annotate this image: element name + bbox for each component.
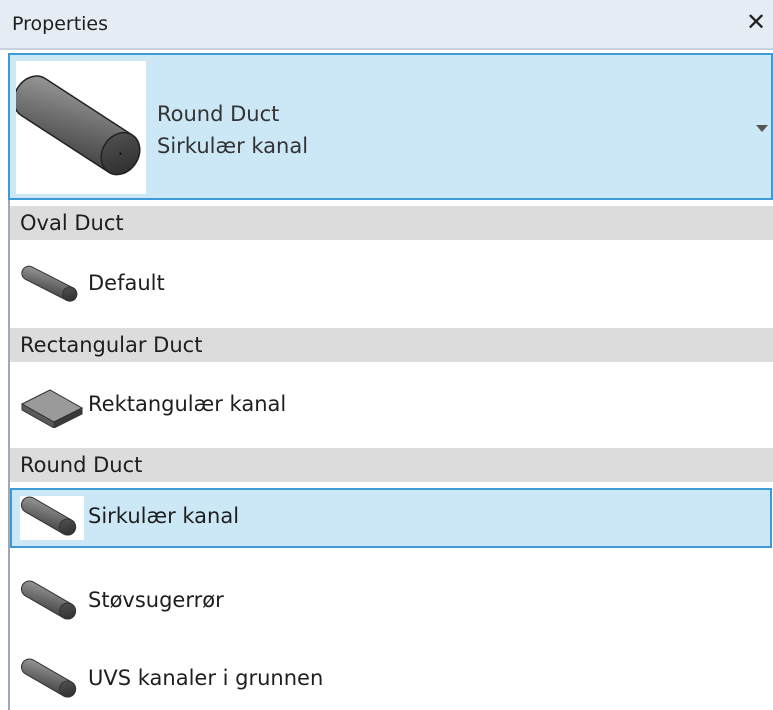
list-item-sirkular-kanal[interactable]: Sirkulær kanal: [10, 488, 772, 548]
selected-family-label: Round Duct: [157, 102, 280, 126]
oval-duct-icon: [21, 265, 78, 302]
group-label: Oval Duct: [20, 211, 124, 235]
list-item-default[interactable]: Default: [10, 255, 773, 315]
list-item-label: Sirkulær kanal: [88, 504, 240, 528]
group-label: Round Duct: [20, 453, 143, 477]
panel-title: Properties: [12, 13, 109, 35]
group-header-oval-duct: Oval Duct: [10, 206, 773, 240]
close-icon[interactable]: ✕: [743, 9, 769, 35]
list-item-label: UVS kanaler i grunnen: [88, 666, 324, 690]
properties-titlebar: Properties ✕: [0, 0, 773, 50]
list-item-label: Rektangulær kanal: [88, 392, 287, 416]
group-header-rectangular-duct: Rectangular Duct: [10, 328, 773, 362]
selected-type-label: Sirkulær kanal: [157, 134, 309, 158]
round-duct-icon: [20, 496, 84, 540]
group-label: Rectangular Duct: [20, 333, 203, 357]
rectangular-duct-icon: [20, 389, 84, 428]
round-duct-preview-icon: [13, 61, 146, 194]
round-duct-icon: [21, 658, 77, 698]
group-header-round-duct: Round Duct: [10, 448, 773, 482]
type-list: Oval Duct Default Rectangular Duct Rekta…: [8, 200, 773, 710]
list-item-stovsugerror[interactable]: Støvsugerrør: [10, 572, 773, 632]
round-duct-icon: [21, 580, 77, 620]
list-item-label: Støvsugerrør: [88, 588, 224, 612]
type-selector[interactable]: Round Duct Sirkulær kanal: [8, 53, 773, 200]
list-item-rektangular-kanal[interactable]: Rektangulær kanal: [10, 376, 773, 436]
list-item-label: Default: [88, 271, 165, 295]
list-item-uvs-kanaler[interactable]: UVS kanaler i grunnen: [10, 650, 773, 710]
chevron-down-icon[interactable]: [756, 125, 768, 132]
